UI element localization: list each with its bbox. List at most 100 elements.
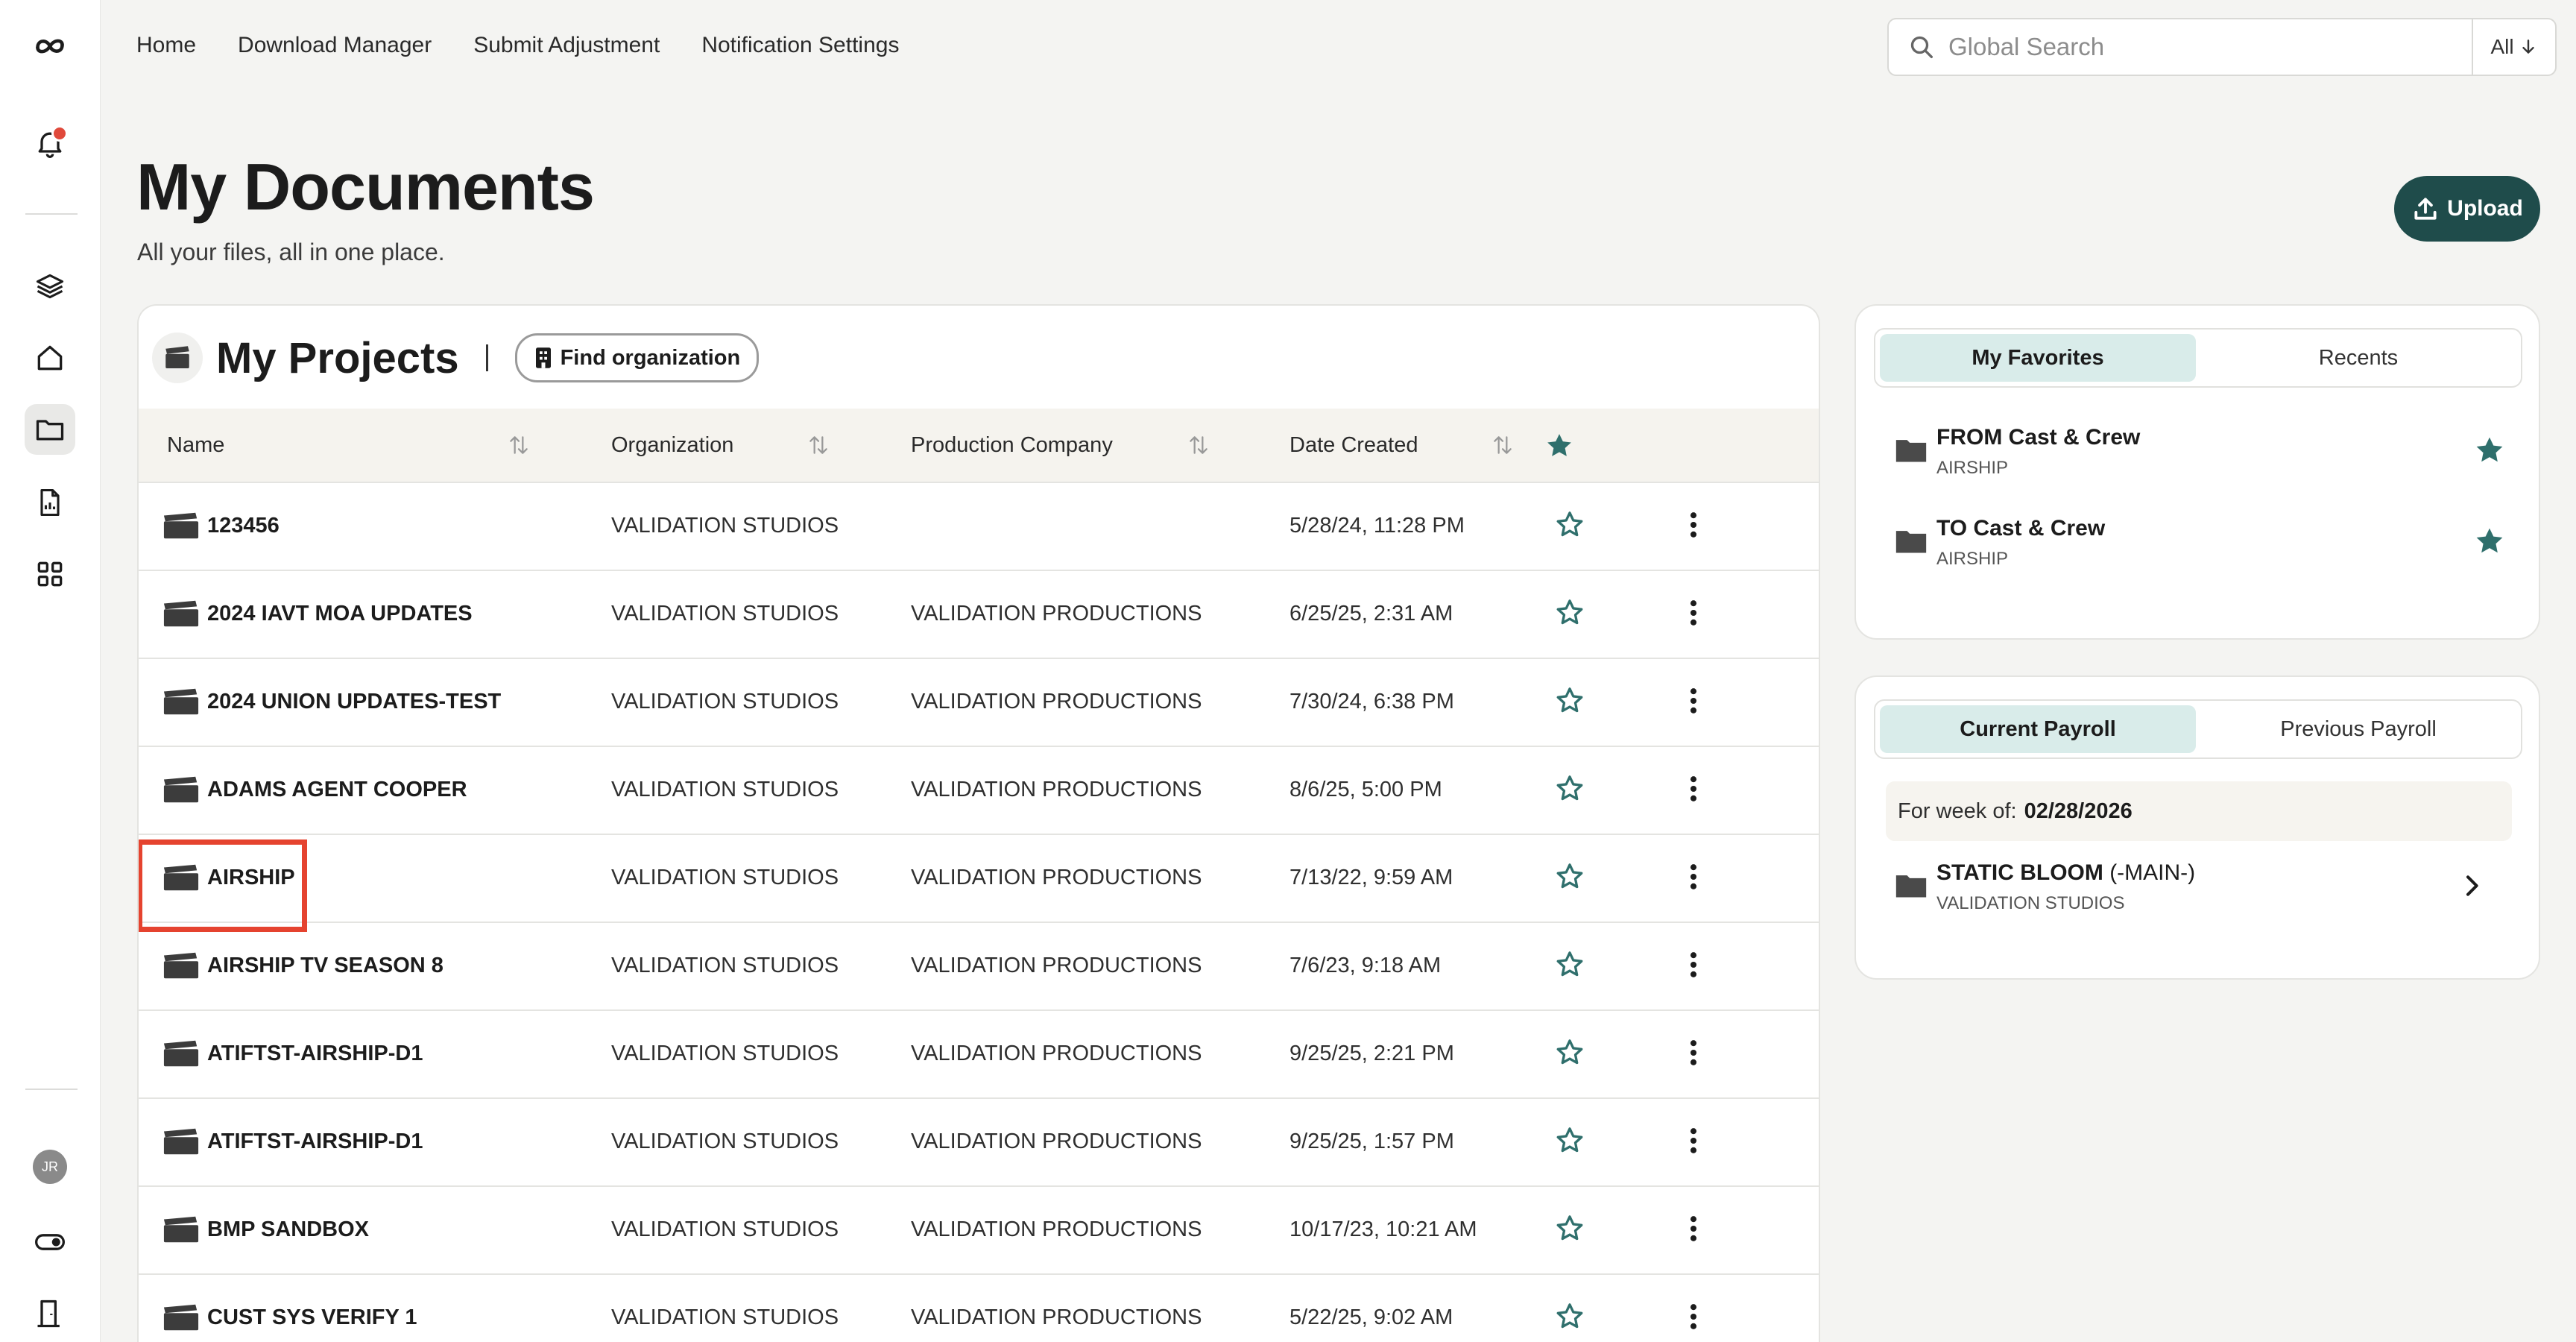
sidebar-item-apps[interactable] [25,549,75,599]
more-vertical-icon[interactable] [1677,596,1710,629]
table-row[interactable]: 123456 VALIDATION STUDIOS 5/28/24, 11:28 P… [139,482,1819,571]
avatar[interactable]: JR [33,1150,67,1184]
more-vertical-icon[interactable] [1677,508,1710,541]
organization-cell: VALIDATION STUDIOS [611,1217,839,1241]
more-vertical-icon[interactable] [1677,684,1710,717]
star-filled-icon[interactable] [2473,434,2506,467]
logo[interactable] [25,21,75,72]
organization-cell: VALIDATION STUDIOS [611,601,839,626]
table-row[interactable]: BMP SANDBOX VALIDATION STUDIOS VALIDATION … [139,1185,1819,1275]
date-created-cell: 7/30/24, 6:38 PM [1289,689,1454,713]
column-production-company[interactable]: Production Company [911,409,1113,482]
star-filled-icon[interactable] [1544,431,1574,461]
search-input[interactable] [1947,32,2464,62]
projects-card: My Projects Find organization Name Organ… [137,304,1820,1342]
date-created-cell: 8/6/25, 5:00 PM [1289,777,1442,801]
star-outline-icon[interactable] [1553,860,1586,893]
project-name-cell[interactable]: AIRSHIP TV SEASON 8 [162,922,443,1009]
find-organization-button[interactable]: Find organization [514,333,760,382]
table-row[interactable]: AIRSHIP TV SEASON 8 VALIDATION STUDIOS VAL… [139,922,1819,1011]
sidebar-item-documents[interactable] [25,404,75,455]
project-name-cell[interactable]: AIRSHIP [162,834,295,922]
clapperboard-icon [163,688,199,715]
project-name-cell[interactable]: 2024 IAVT MOA UPDATES [162,570,473,658]
more-vertical-icon[interactable] [1677,1300,1710,1333]
project-name-cell[interactable]: 123456 [162,482,280,570]
sidebar-item-home[interactable] [25,333,75,383]
payroll-item[interactable]: STATIC BLOOM (-MAIN-) VALIDATION STUDIOS [1895,853,2506,920]
chevron-right-icon[interactable] [2457,871,2487,901]
star-outline-icon[interactable] [1553,508,1586,541]
more-vertical-icon[interactable] [1677,948,1710,981]
table-row[interactable]: ATIFTST-AIRSHIP-D1 VALIDATION STUDIOS VALI… [139,1097,1819,1187]
star-outline-icon[interactable] [1553,772,1586,805]
search-scope-dropdown[interactable]: All [2472,19,2555,75]
favorites-card: My Favorites Recents FROM Cast & Crew AI… [1854,304,2540,640]
production-company-cell: VALIDATION PRODUCTIONS [911,1305,1202,1329]
nav-home[interactable]: Home [136,33,196,58]
star-outline-icon[interactable] [1553,1300,1586,1333]
nav-notification-settings[interactable]: Notification Settings [701,33,899,58]
nav-download-manager[interactable]: Download Manager [238,33,432,58]
more-vertical-icon[interactable] [1677,1212,1710,1245]
tab-my-favorites[interactable]: My Favorites [1880,334,2196,382]
table-row[interactable]: 2024 IAVT MOA UPDATES VALIDATION STUDIOS V… [139,570,1819,659]
logout-button[interactable] [25,1288,75,1339]
star-outline-icon[interactable] [1553,1036,1586,1069]
more-vertical-icon[interactable] [1677,860,1710,893]
project-name-cell[interactable]: 2024 UNION UPDATES-TEST [162,658,501,746]
column-date-created[interactable]: Date Created [1289,409,1418,482]
favorite-item[interactable]: FROM Cast & Crew AIRSHIP [1895,418,2506,485]
tab-current-payroll[interactable]: Current Payroll [1880,705,2196,753]
upload-icon [2414,198,2437,220]
clapperboard-icon [163,952,199,979]
tab-previous-payroll[interactable]: Previous Payroll [2200,705,2516,753]
table-row[interactable]: CUST SYS VERIFY 1 VALIDATION STUDIOS VALID… [139,1273,1819,1342]
table-row[interactable]: 2024 UNION UPDATES-TEST VALIDATION STUDIO… [139,658,1819,747]
upload-button[interactable]: Upload [2394,176,2540,242]
sort-icon[interactable] [507,433,531,457]
table-header: Name Organization Production Company Dat… [139,409,1819,483]
column-name[interactable]: Name [167,409,224,482]
more-vertical-icon[interactable] [1677,1036,1710,1069]
sort-icon[interactable] [1491,433,1515,457]
notifications-button[interactable] [25,118,75,168]
star-filled-icon[interactable] [2473,525,2506,558]
project-name-cell[interactable]: CUST SYS VERIFY 1 [162,1273,417,1342]
sidebar: JR [0,0,101,1342]
project-name-cell[interactable]: ADAMS AGENT COOPER [162,746,467,834]
production-company-cell: VALIDATION PRODUCTIONS [911,1041,1202,1065]
sort-icon[interactable] [1187,433,1210,457]
table-row[interactable]: ADAMS AGENT COOPER VALIDATION STUDIOS VALI… [139,746,1819,835]
tab-recents[interactable]: Recents [2200,334,2516,382]
project-name-cell[interactable]: ATIFTST-AIRSHIP-D1 [162,1009,423,1097]
more-vertical-icon[interactable] [1677,1124,1710,1157]
folder-icon [1895,875,1927,898]
more-vertical-icon[interactable] [1677,772,1710,805]
table-row[interactable]: AIRSHIP VALIDATION STUDIOS VALIDATION PROD… [139,834,1819,932]
table-row[interactable]: ATIFTST-AIRSHIP-D1 VALIDATION STUDIOS VALI… [139,1009,1819,1099]
theme-toggle[interactable] [25,1217,75,1267]
project-name-cell[interactable]: ATIFTST-AIRSHIP-D1 [162,1097,423,1185]
star-outline-icon[interactable] [1553,684,1586,717]
favorite-item[interactable]: TO Cast & Crew AIRSHIP [1895,508,2506,576]
arrow-down-icon [2522,40,2534,54]
star-outline-icon[interactable] [1553,1124,1586,1157]
sidebar-item-layers[interactable] [25,261,75,312]
header-divider [485,344,488,371]
production-company-cell: VALIDATION PRODUCTIONS [911,953,1202,977]
grid-icon [37,561,63,587]
sidebar-item-reports[interactable] [25,477,75,528]
clapperboard-icon [163,1216,199,1243]
clapperboard-icon [163,776,199,803]
sort-icon[interactable] [806,433,830,457]
nav-submit-adjustment[interactable]: Submit Adjustment [473,33,660,58]
star-outline-icon[interactable] [1553,596,1586,629]
project-name-cell[interactable]: BMP SANDBOX [162,1185,369,1273]
global-search: All [1887,18,2557,76]
star-outline-icon[interactable] [1553,1212,1586,1245]
home-icon [37,345,63,371]
organization-cell: VALIDATION STUDIOS [611,513,839,538]
column-organization[interactable]: Organization [611,409,733,482]
star-outline-icon[interactable] [1553,948,1586,981]
